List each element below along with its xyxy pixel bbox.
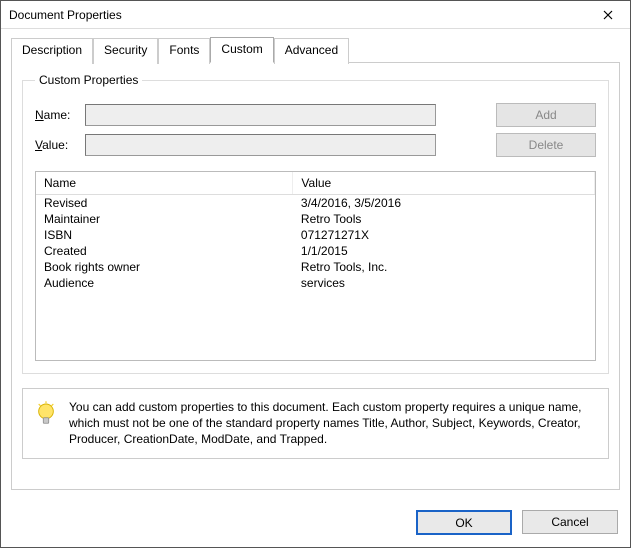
table-row[interactable]: MaintainerRetro Tools	[36, 211, 595, 227]
value-input[interactable]	[85, 134, 436, 156]
cancel-button[interactable]: Cancel	[522, 510, 618, 534]
tab-description[interactable]: Description	[11, 38, 93, 64]
add-button[interactable]: Add	[496, 103, 596, 127]
name-row: Name: Add	[35, 103, 596, 127]
table-row[interactable]: ISBN071271271X	[36, 227, 595, 243]
value-row: Value: Delete	[35, 133, 596, 157]
cell-value: Retro Tools	[293, 211, 595, 227]
titlebar: Document Properties	[1, 1, 630, 29]
value-label: Value:	[35, 138, 85, 152]
lightbulb-icon	[35, 401, 57, 429]
properties-table-container: Name Value Revised3/4/2016, 3/5/2016Main…	[35, 171, 596, 361]
tab-panel-custom: Custom Properties Name: Add Value: Delet…	[11, 62, 620, 490]
col-header-value[interactable]: Value	[293, 172, 595, 195]
table-row[interactable]: Audienceservices	[36, 275, 595, 291]
cell-name: Audience	[36, 275, 293, 291]
cell-value: 3/4/2016, 3/5/2016	[293, 195, 595, 212]
info-text: You can add custom properties to this do…	[69, 399, 596, 448]
group-legend: Custom Properties	[35, 73, 142, 87]
table-row[interactable]: Book rights ownerRetro Tools, Inc.	[36, 259, 595, 275]
window-title: Document Properties	[9, 8, 586, 22]
cell-value: 071271271X	[293, 227, 595, 243]
cell-name: Maintainer	[36, 211, 293, 227]
table-row[interactable]: Created1/1/2015	[36, 243, 595, 259]
cell-name: Created	[36, 243, 293, 259]
tab-security[interactable]: Security	[93, 38, 158, 64]
cell-name: Book rights owner	[36, 259, 293, 275]
ok-button[interactable]: OK	[416, 510, 512, 535]
cell-value: 1/1/2015	[293, 243, 595, 259]
cell-name: Revised	[36, 195, 293, 212]
tab-fonts[interactable]: Fonts	[158, 38, 210, 64]
tab-strip: Description Security Fonts Custom Advanc…	[11, 37, 620, 63]
tab-advanced[interactable]: Advanced	[274, 38, 349, 64]
close-icon	[603, 10, 613, 20]
name-label: Name:	[35, 108, 85, 122]
close-button[interactable]	[586, 1, 630, 29]
properties-table[interactable]: Name Value Revised3/4/2016, 3/5/2016Main…	[36, 172, 595, 291]
info-box: You can add custom properties to this do…	[22, 388, 609, 459]
col-header-name[interactable]: Name	[36, 172, 293, 195]
cell-value: services	[293, 275, 595, 291]
dialog-content: Description Security Fonts Custom Advanc…	[1, 29, 630, 500]
custom-properties-group: Custom Properties Name: Add Value: Delet…	[22, 73, 609, 374]
delete-button[interactable]: Delete	[496, 133, 596, 157]
tab-custom[interactable]: Custom	[210, 37, 273, 63]
table-row[interactable]: Revised3/4/2016, 3/5/2016	[36, 195, 595, 212]
cell-value: Retro Tools, Inc.	[293, 259, 595, 275]
cell-name: ISBN	[36, 227, 293, 243]
dialog-footer: OK Cancel	[1, 500, 630, 547]
name-input[interactable]	[85, 104, 436, 126]
